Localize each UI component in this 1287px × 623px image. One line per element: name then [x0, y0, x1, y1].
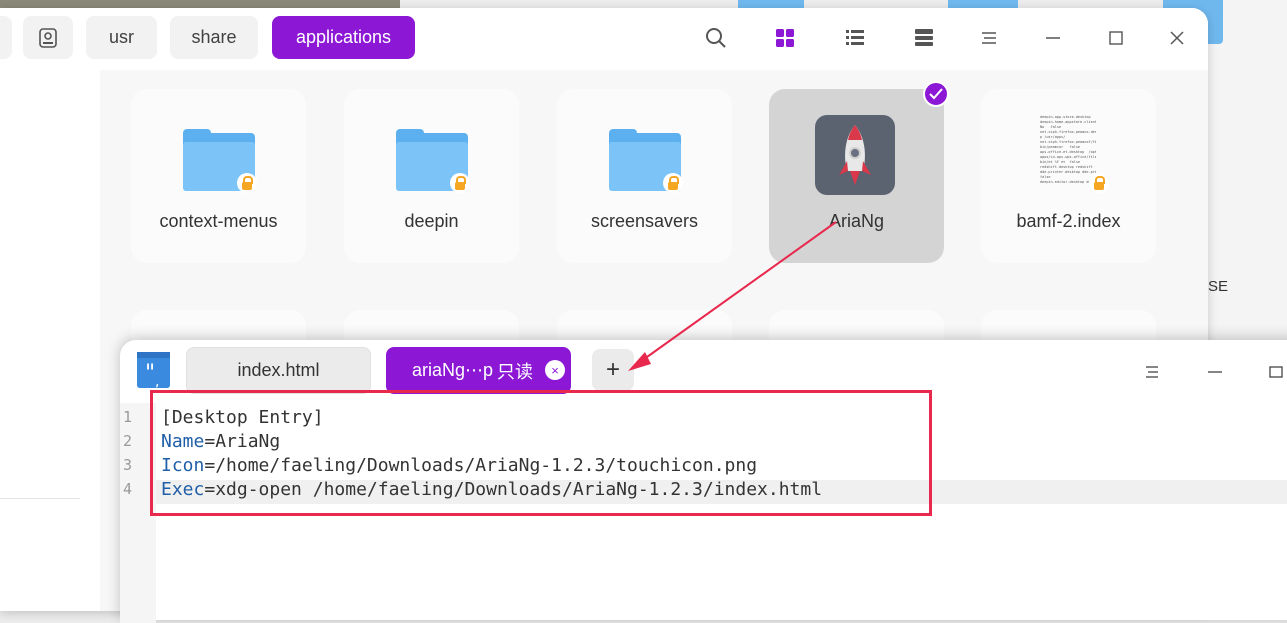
tab-label: index.html: [237, 360, 320, 380]
breadcrumb-disk[interactable]: [23, 16, 73, 59]
lock-icon: [450, 173, 470, 193]
code-key: Exec: [161, 479, 205, 500]
background-window-text: SE: [1208, 278, 1229, 295]
breadcrumb-usr[interactable]: usr: [86, 16, 157, 59]
line-number-gutter: 1 2 3 4: [120, 403, 156, 623]
tab-label: ariaNg⋯p: [412, 360, 494, 380]
minimize-icon[interactable]: [1041, 26, 1065, 50]
text-editor-window: ", index.html ariaNg⋯p 只读 × + 1 2 3 4 [D…: [120, 340, 1287, 623]
add-tab-button[interactable]: +: [592, 349, 634, 391]
code-text: [Desktop Entry]: [161, 407, 324, 428]
rocket-icon: [815, 115, 895, 195]
maximize-icon[interactable]: [1104, 26, 1128, 50]
sidebar-divider: [0, 498, 80, 499]
file-item-label: context-menus: [159, 211, 278, 231]
readonly-badge: 只读: [497, 361, 534, 382]
lock-icon: [1089, 173, 1109, 193]
document-thumbnail: deepin-app-store.desktop deepin-home-app…: [1040, 115, 1096, 184]
file-item-label: bamf-2.index: [1016, 211, 1121, 231]
editor-logo-icon: ",: [137, 352, 170, 390]
line-number: 3: [122, 456, 132, 474]
code-key: Icon: [161, 455, 205, 476]
menu-icon[interactable]: [977, 26, 1001, 50]
file-manager-titlebar: usr share applications: [0, 8, 1208, 70]
background-tile: [948, 0, 1018, 8]
disk-icon: [39, 27, 57, 48]
tab-index-html[interactable]: index.html: [186, 347, 371, 394]
code-text: =xdg-open /home/faeling/Downloads/AriaNg…: [204, 479, 823, 500]
grid-view-icon[interactable]: [773, 26, 797, 50]
file-item-bamf-2-index[interactable]: deepin-app-store.desktop deepin-home-app…: [981, 89, 1156, 263]
close-icon[interactable]: [1165, 26, 1189, 50]
file-item-screensavers[interactable]: screensavers: [557, 89, 732, 263]
file-item-label: screensavers: [590, 211, 699, 231]
file-item-context-menus[interactable]: context-menus: [131, 89, 306, 263]
file-manager-sidebar: [0, 70, 100, 611]
code-text: =AriaNg: [204, 431, 281, 452]
file-item-label: AriaNg: [828, 211, 885, 231]
breadcrumb-share[interactable]: share: [170, 16, 258, 59]
line-number: 1: [122, 408, 132, 426]
background-tile: [738, 0, 804, 8]
line-number: 2: [122, 432, 132, 450]
tree-view-icon[interactable]: [912, 26, 936, 50]
code-key: Name: [161, 431, 205, 452]
selected-check-icon: [923, 81, 949, 107]
file-item-ariang[interactable]: AriaNg: [769, 89, 944, 263]
breadcrumb-applications[interactable]: applications: [272, 16, 415, 59]
code-text: =/home/faeling/Downloads/AriaNg-1.2.3/to…: [204, 455, 758, 476]
list-view-icon[interactable]: [843, 26, 867, 50]
breadcrumb-root[interactable]: [0, 16, 12, 59]
code-line[interactable]: Exec=xdg-open /home/faeling/Downloads/Ar…: [161, 479, 822, 500]
lock-icon: [237, 173, 257, 193]
code-line[interactable]: Icon=/home/faeling/Downloads/AriaNg-1.2.…: [161, 455, 757, 476]
svg-text:,: ,: [155, 374, 159, 388]
desktop-wallpaper-strip: [0, 0, 400, 8]
code-line[interactable]: [Desktop Entry]: [161, 407, 324, 428]
line-number: 4: [122, 480, 132, 498]
lock-icon: [663, 173, 683, 193]
search-icon[interactable]: [704, 26, 728, 50]
svg-text:": ": [145, 361, 155, 386]
maximize-icon[interactable]: [1266, 362, 1286, 382]
minimize-icon[interactable]: [1205, 362, 1225, 382]
tab-ariang-desktop[interactable]: ariaNg⋯p 只读 ×: [386, 347, 571, 394]
file-item-deepin[interactable]: deepin: [344, 89, 519, 263]
code-line[interactable]: Name=AriaNg: [161, 431, 280, 452]
menu-icon[interactable]: [1142, 362, 1162, 382]
tab-close-icon[interactable]: ×: [545, 360, 565, 380]
file-item-label: deepin: [404, 211, 459, 231]
